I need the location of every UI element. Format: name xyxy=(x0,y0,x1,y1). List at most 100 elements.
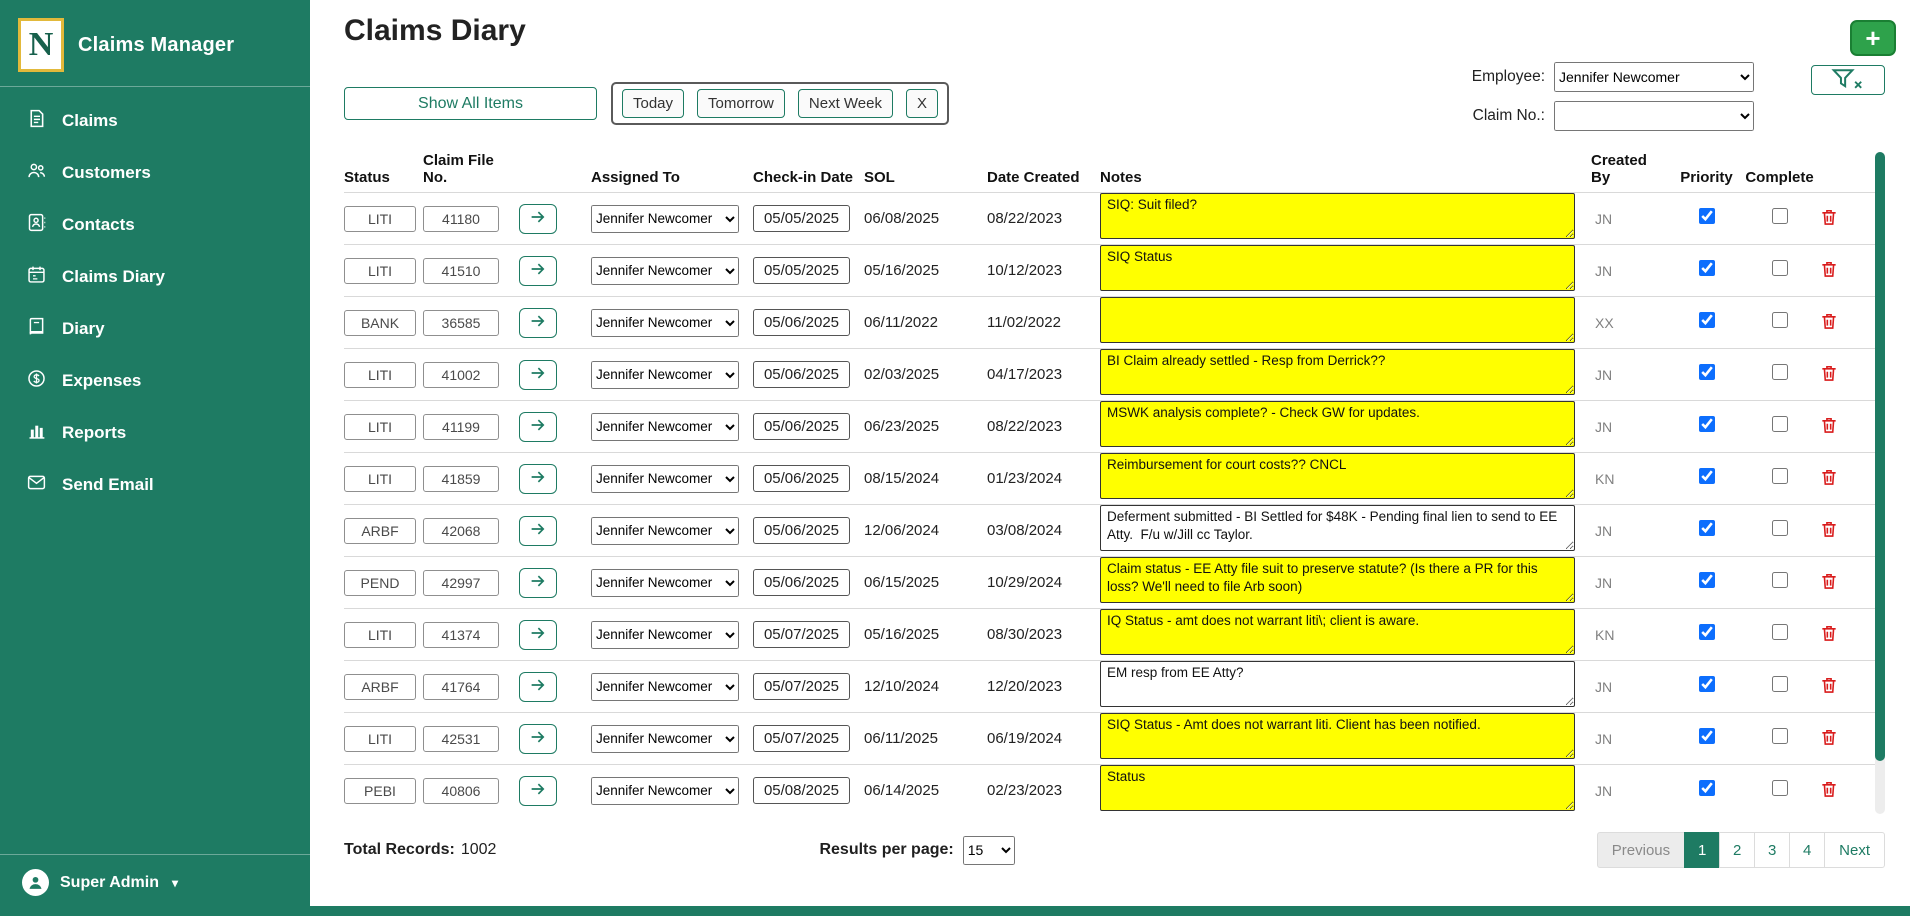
notes-textarea[interactable] xyxy=(1100,349,1575,395)
delete-row-button[interactable] xyxy=(1817,257,1841,284)
sidebar-item-customers[interactable]: Customers xyxy=(0,147,310,199)
complete-checkbox[interactable] xyxy=(1772,624,1788,640)
priority-checkbox[interactable] xyxy=(1699,468,1715,484)
status-input[interactable] xyxy=(344,414,416,440)
assigned-to-select[interactable]: Jennifer Newcomer xyxy=(591,413,739,441)
open-claim-button[interactable] xyxy=(519,620,557,650)
delete-row-button[interactable] xyxy=(1817,205,1841,232)
open-claim-button[interactable] xyxy=(519,412,557,442)
check-in-date-input[interactable] xyxy=(753,361,850,388)
status-input[interactable] xyxy=(344,674,416,700)
claim-file-no-input[interactable] xyxy=(423,362,499,388)
add-record-button[interactable]: + xyxy=(1850,20,1896,56)
claim-file-no-input[interactable] xyxy=(423,310,499,336)
claim-file-no-input[interactable] xyxy=(423,778,499,804)
complete-checkbox[interactable] xyxy=(1772,312,1788,328)
employee-select[interactable]: Jennifer Newcomer xyxy=(1554,62,1754,92)
priority-checkbox[interactable] xyxy=(1699,260,1715,276)
check-in-date-input[interactable] xyxy=(753,413,850,440)
claim-no-select[interactable] xyxy=(1554,101,1754,131)
sidebar-item-reports[interactable]: Reports xyxy=(0,407,310,459)
tomorrow-button[interactable]: Tomorrow xyxy=(697,89,785,118)
complete-checkbox[interactable] xyxy=(1772,728,1788,744)
check-in-date-input[interactable] xyxy=(753,569,850,596)
status-input[interactable] xyxy=(344,778,416,804)
results-per-page-select[interactable]: 15 xyxy=(963,836,1015,865)
check-in-date-input[interactable] xyxy=(753,309,850,336)
assigned-to-select[interactable]: Jennifer Newcomer xyxy=(591,777,739,805)
notes-textarea[interactable] xyxy=(1100,713,1575,759)
claim-file-no-input[interactable] xyxy=(423,570,499,596)
sidebar-item-claims-diary[interactable]: Claims Diary xyxy=(0,251,310,303)
claim-file-no-input[interactable] xyxy=(423,622,499,648)
assigned-to-select[interactable]: Jennifer Newcomer xyxy=(591,725,739,753)
table-scrollbar-thumb[interactable] xyxy=(1875,152,1885,761)
status-input[interactable] xyxy=(344,622,416,648)
page-button-4[interactable]: 4 xyxy=(1789,832,1825,868)
complete-checkbox[interactable] xyxy=(1772,260,1788,276)
priority-checkbox[interactable] xyxy=(1699,364,1715,380)
complete-checkbox[interactable] xyxy=(1772,364,1788,380)
open-claim-button[interactable] xyxy=(519,776,557,806)
claim-file-no-input[interactable] xyxy=(423,518,499,544)
open-claim-button[interactable] xyxy=(519,256,557,286)
delete-row-button[interactable] xyxy=(1817,413,1841,440)
check-in-date-input[interactable] xyxy=(753,517,850,544)
clear-filters-button[interactable] xyxy=(1811,65,1885,95)
delete-row-button[interactable] xyxy=(1817,361,1841,388)
assigned-to-select[interactable]: Jennifer Newcomer xyxy=(591,257,739,285)
notes-textarea[interactable] xyxy=(1100,193,1575,239)
delete-row-button[interactable] xyxy=(1817,621,1841,648)
status-input[interactable] xyxy=(344,310,416,336)
assigned-to-select[interactable]: Jennifer Newcomer xyxy=(591,309,739,337)
complete-checkbox[interactable] xyxy=(1772,780,1788,796)
page-button-3[interactable]: 3 xyxy=(1754,832,1790,868)
status-input[interactable] xyxy=(344,206,416,232)
delete-row-button[interactable] xyxy=(1817,309,1841,336)
open-claim-button[interactable] xyxy=(519,464,557,494)
assigned-to-select[interactable]: Jennifer Newcomer xyxy=(591,517,739,545)
claim-file-no-input[interactable] xyxy=(423,258,499,284)
check-in-date-input[interactable] xyxy=(753,465,850,492)
sidebar-item-claims[interactable]: Claims xyxy=(0,95,310,147)
check-in-date-input[interactable] xyxy=(753,673,850,700)
open-claim-button[interactable] xyxy=(519,568,557,598)
open-claim-button[interactable] xyxy=(519,516,557,546)
delete-row-button[interactable] xyxy=(1817,465,1841,492)
notes-textarea[interactable] xyxy=(1100,505,1575,551)
sidebar-item-diary[interactable]: Diary xyxy=(0,303,310,355)
status-input[interactable] xyxy=(344,518,416,544)
delete-row-button[interactable] xyxy=(1817,569,1841,596)
assigned-to-select[interactable]: Jennifer Newcomer xyxy=(591,465,739,493)
status-input[interactable] xyxy=(344,362,416,388)
claim-file-no-input[interactable] xyxy=(423,414,499,440)
notes-textarea[interactable] xyxy=(1100,609,1575,655)
status-input[interactable] xyxy=(344,570,416,596)
priority-checkbox[interactable] xyxy=(1699,312,1715,328)
status-input[interactable] xyxy=(344,726,416,752)
complete-checkbox[interactable] xyxy=(1772,416,1788,432)
priority-checkbox[interactable] xyxy=(1699,208,1715,224)
claim-file-no-input[interactable] xyxy=(423,674,499,700)
status-input[interactable] xyxy=(344,258,416,284)
today-button[interactable]: Today xyxy=(622,89,684,118)
sidebar-item-contacts[interactable]: Contacts xyxy=(0,199,310,251)
delete-row-button[interactable] xyxy=(1817,725,1841,752)
complete-checkbox[interactable] xyxy=(1772,208,1788,224)
delete-row-button[interactable] xyxy=(1817,777,1841,804)
sidebar-item-send-email[interactable]: Send Email xyxy=(0,459,310,511)
assigned-to-select[interactable]: Jennifer Newcomer xyxy=(591,621,739,649)
complete-checkbox[interactable] xyxy=(1772,520,1788,536)
priority-checkbox[interactable] xyxy=(1699,624,1715,640)
notes-textarea[interactable] xyxy=(1100,661,1575,707)
priority-checkbox[interactable] xyxy=(1699,416,1715,432)
claim-file-no-input[interactable] xyxy=(423,206,499,232)
priority-checkbox[interactable] xyxy=(1699,676,1715,692)
check-in-date-input[interactable] xyxy=(753,725,850,752)
notes-textarea[interactable] xyxy=(1100,765,1575,811)
show-all-items-button[interactable]: Show All Items xyxy=(344,87,597,120)
status-input[interactable] xyxy=(344,466,416,492)
assigned-to-select[interactable]: Jennifer Newcomer xyxy=(591,673,739,701)
notes-textarea[interactable] xyxy=(1100,401,1575,447)
open-claim-button[interactable] xyxy=(519,724,557,754)
